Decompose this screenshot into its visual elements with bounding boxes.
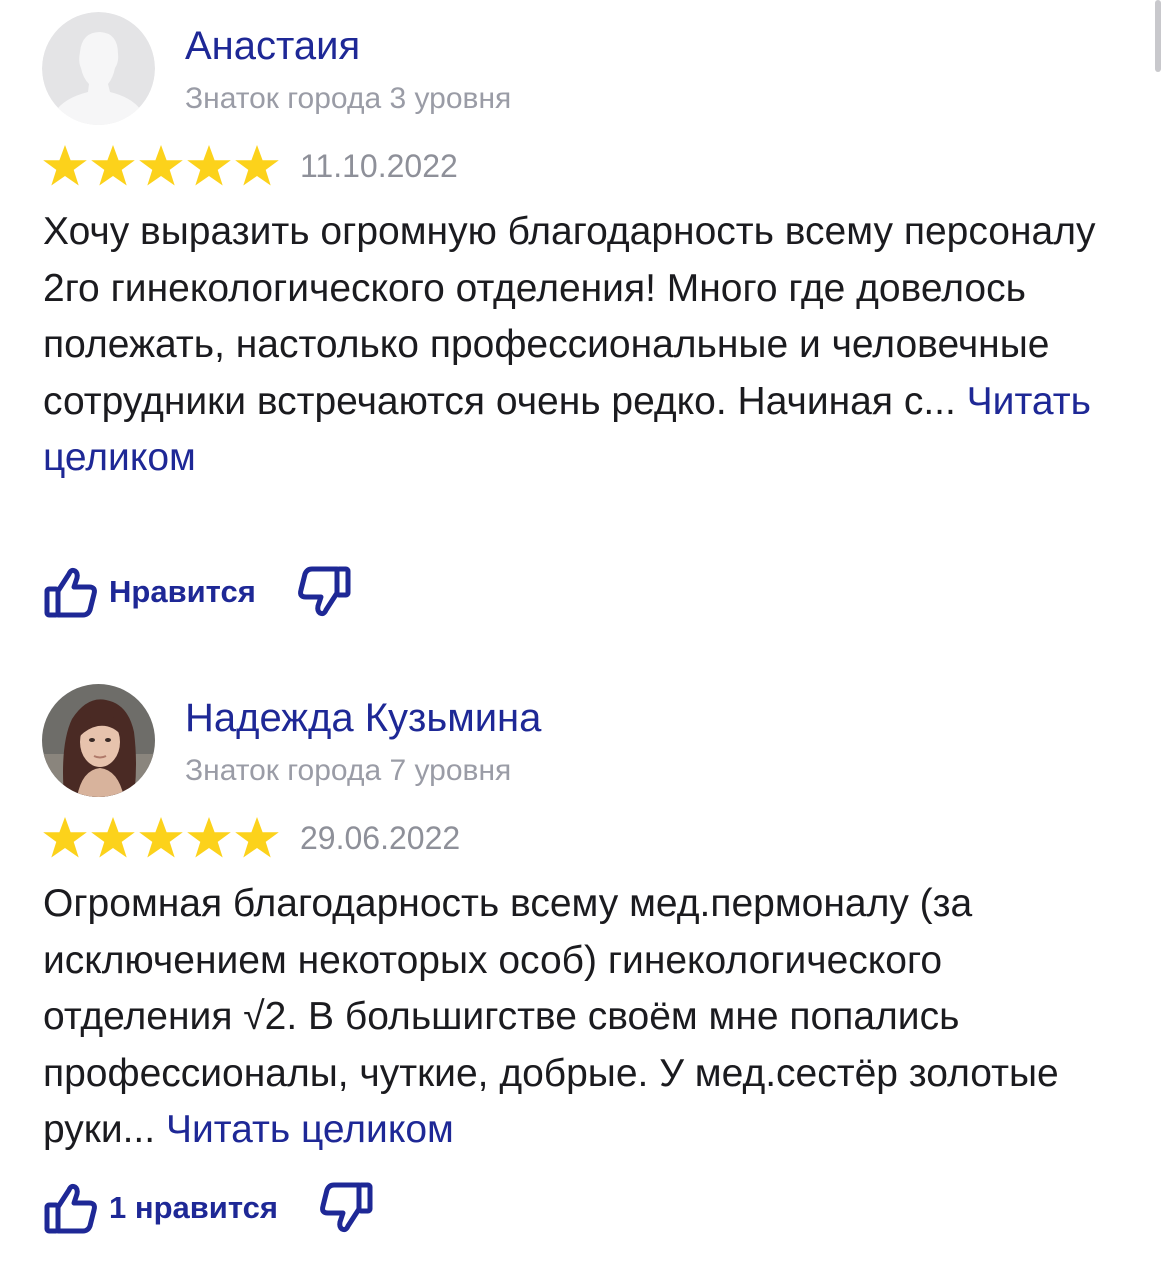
review-text-body: Хочу выразить огромную благодарность все…: [43, 210, 1096, 423]
avatar[interactable]: [42, 12, 155, 125]
like-button[interactable]: Нравится: [43, 564, 256, 620]
thumbs-up-icon: [44, 567, 97, 618]
like-label: 1 нравится: [109, 1190, 278, 1225]
review-text: Огромная благодарность всему мед.пермона…: [43, 876, 1133, 1159]
user-silhouette-icon: [42, 12, 155, 125]
thumbs-down-icon: [297, 566, 351, 617]
star-icon: [43, 817, 87, 858]
star-icon: [235, 817, 279, 858]
read-more-link[interactable]: Читать целиком: [166, 1108, 454, 1151]
author-name[interactable]: Анастаия: [185, 22, 360, 70]
dislike-button[interactable]: [296, 564, 352, 620]
scrollbar[interactable]: [1155, 0, 1161, 72]
dislike-button[interactable]: [318, 1180, 374, 1236]
thumbs-up-icon: [44, 1183, 97, 1234]
star-icon: [187, 145, 231, 186]
review-date: 29.06.2022: [300, 820, 461, 856]
user-photo-icon: [42, 684, 155, 797]
review-text: Хочу выразить огромную благодарность все…: [43, 204, 1133, 487]
review-actions: Нравится: [43, 560, 352, 624]
star-icon: [187, 817, 231, 858]
star-icon: [235, 145, 279, 186]
like-button[interactable]: 1 нравится: [43, 1180, 278, 1236]
review-actions: 1 нравится: [43, 1176, 374, 1240]
avatar[interactable]: [42, 684, 155, 797]
thumbs-down-icon: [320, 1182, 373, 1233]
like-label: Нравится: [109, 574, 256, 609]
star-icon: [91, 145, 135, 186]
star-icon: [139, 817, 183, 858]
review-date: 11.10.2022: [300, 148, 458, 184]
star-icon: [91, 817, 135, 858]
star-icon: [139, 145, 183, 186]
author-level: Знаток города 7 уровня: [185, 754, 512, 787]
author-name[interactable]: Надежда Кузьмина: [185, 694, 541, 742]
rating-stars: [42, 816, 280, 860]
rating-stars: [42, 144, 280, 188]
star-icon: [43, 145, 87, 186]
author-level: Знаток города 3 уровня: [185, 82, 512, 115]
